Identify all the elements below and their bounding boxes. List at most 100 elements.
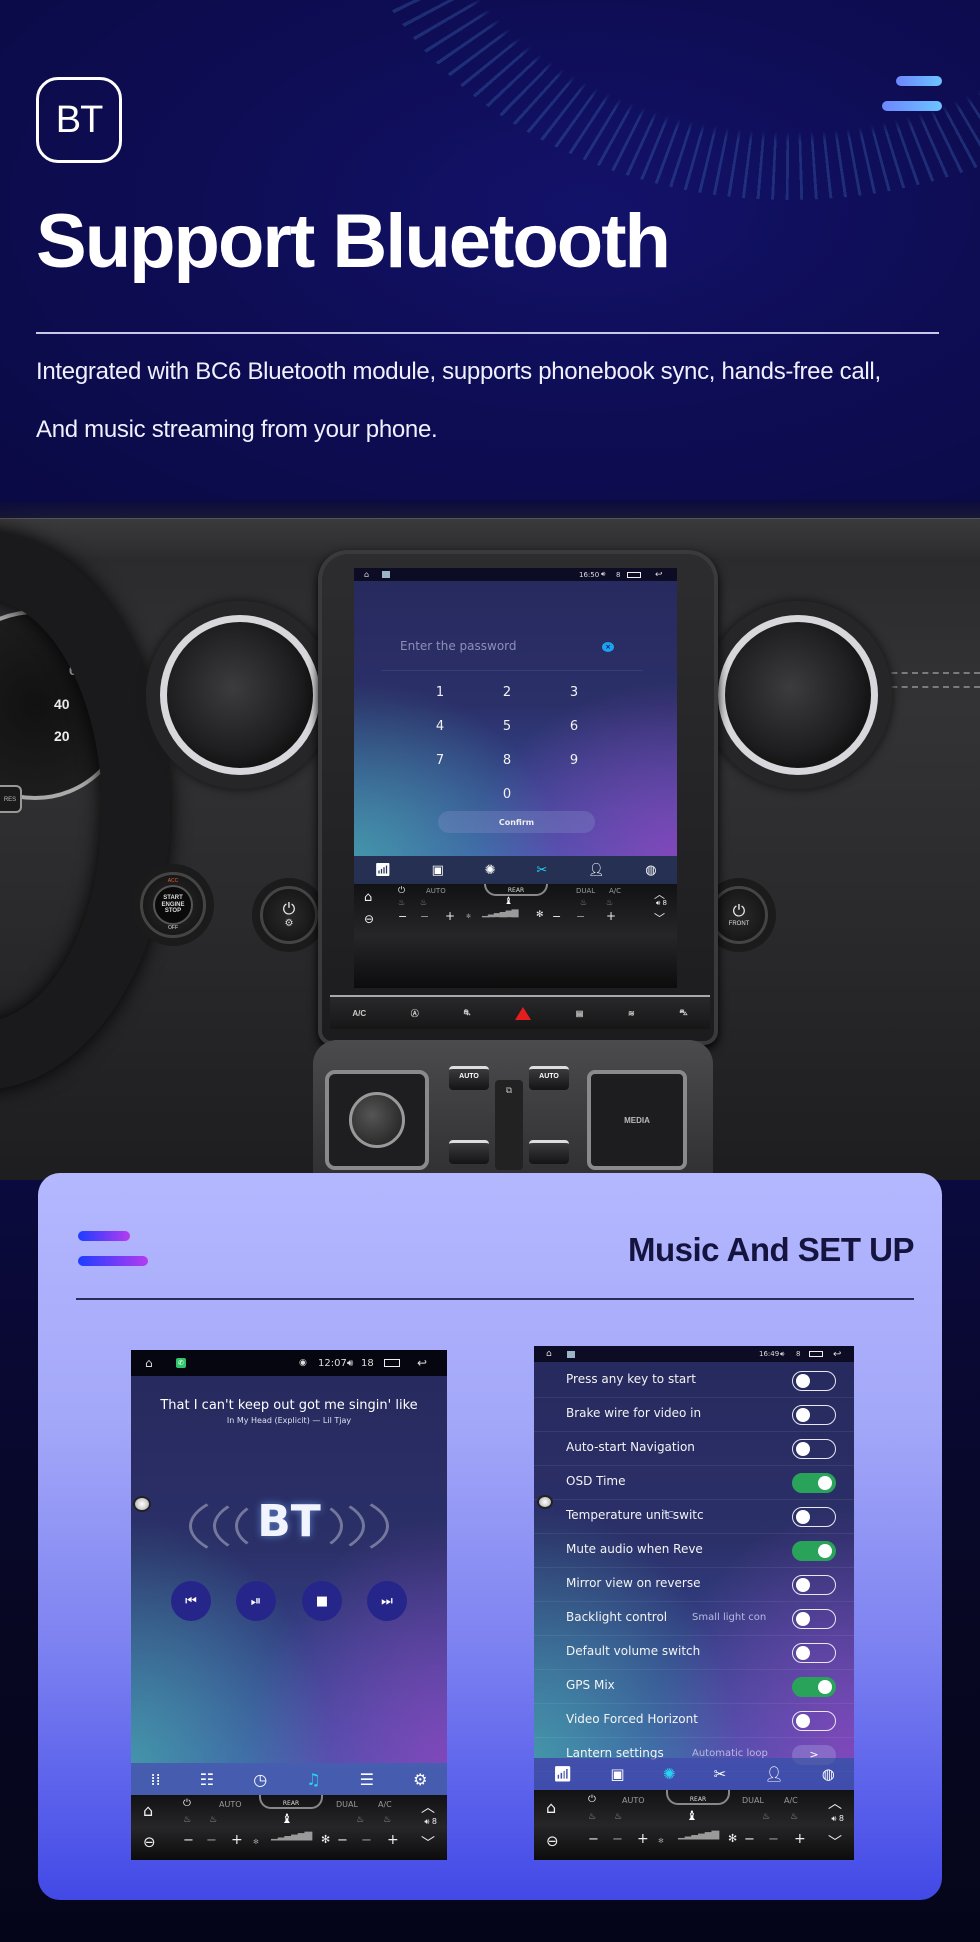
toggle-switch[interactable] (792, 1405, 836, 1425)
key-0[interactable]: 0 (492, 787, 522, 802)
temp-plus-button[interactable]: + (445, 909, 455, 923)
seat-airflow-icon[interactable]: ♝ (281, 1812, 293, 1827)
key-6[interactable]: 6 (559, 719, 589, 734)
temp-minus-button[interactable]: − (183, 1833, 194, 1848)
toggle-switch[interactable] (792, 1677, 836, 1697)
back-icon[interactable]: ↩ (417, 1356, 427, 1370)
chevron-up-icon[interactable]: ︿ (421, 1797, 435, 1817)
play-pause-button[interactable]: ⏯ (236, 1581, 276, 1621)
user-icon[interactable]: 👤︎ (588, 863, 605, 878)
apps-grid-icon[interactable]: ⁞⁞ (151, 1770, 161, 1789)
ac-label[interactable]: A/C (784, 1796, 798, 1805)
home-icon[interactable]: ⌂ (143, 1801, 153, 1820)
fan-level-bars[interactable]: ▁▂▃▄▅▆ (482, 908, 519, 918)
auto-label[interactable]: AUTO (426, 887, 446, 895)
settings-row[interactable]: Brake wire for video in (534, 1398, 854, 1432)
seat-heat-icon[interactable]: ♨ (420, 898, 427, 907)
home-icon[interactable]: ⌂ (145, 1356, 153, 1370)
temp-plus-button[interactable]: + (231, 1832, 243, 1848)
settings-row[interactable]: Video Forced Horizont (534, 1704, 854, 1738)
back-circle-icon[interactable]: ⊖ (546, 1832, 559, 1850)
back-icon[interactable]: ↩ (833, 1349, 841, 1360)
seat-cool-icon[interactable]: ♨ (790, 1812, 798, 1822)
temp-minus-button[interactable]: − (768, 1832, 779, 1847)
dual-label[interactable]: DUAL (742, 1796, 764, 1805)
toggle-switch[interactable] (792, 1507, 836, 1527)
seat-airflow-icon[interactable]: ♝ (686, 1809, 698, 1824)
brightness-icon[interactable]: ✺ (485, 863, 496, 878)
dual-label[interactable]: DUAL (576, 887, 595, 895)
call-history-icon[interactable]: ◷ (253, 1770, 267, 1789)
seat-cool-icon[interactable]: ♨ (762, 1812, 770, 1822)
recent-apps-icon[interactable] (809, 1351, 823, 1357)
previous-button[interactable]: ⏮ (171, 1581, 211, 1621)
clear-icon[interactable]: × (602, 642, 614, 652)
phonebook-icon[interactable]: ☰ (360, 1770, 374, 1789)
toggle-switch[interactable] (792, 1371, 836, 1391)
temp-plus-button[interactable]: + (387, 1832, 399, 1848)
seat-cool-icon[interactable]: ♨ (383, 1815, 391, 1825)
rear-tab[interactable]: REAR (484, 884, 548, 896)
settings-row[interactable]: Press any key to start (534, 1364, 854, 1398)
toggle-switch[interactable] (792, 1473, 836, 1493)
fan-low-icon[interactable]: ✻ (253, 1838, 259, 1846)
key-3[interactable]: 3 (559, 685, 589, 700)
auto-label[interactable]: AUTO (622, 1796, 645, 1805)
tablet-icon[interactable]: ▣ (610, 1765, 624, 1783)
chevron-up-icon[interactable]: ︿ (828, 1793, 842, 1813)
settings-icon[interactable]: ⚙ (413, 1770, 427, 1789)
wifi-icon[interactable]: 📶︎ (374, 863, 391, 878)
tools-icon[interactable]: ✂ (714, 1765, 727, 1783)
seat-heat-icon[interactable]: ♨ (398, 898, 405, 907)
key-7[interactable]: 7 (425, 753, 455, 768)
recent-apps-icon[interactable] (384, 1359, 400, 1367)
temp-minus-button[interactable]: − (612, 1832, 623, 1847)
temp-minus-button[interactable]: − (398, 910, 407, 923)
fan-level-bars[interactable]: ▁▂▃▄▅▆ (678, 1829, 719, 1840)
settings-row[interactable]: Auto-start Navigation (534, 1432, 854, 1466)
auto-label[interactable]: AUTO (219, 1800, 242, 1809)
home-icon[interactable]: ⌂ (546, 1798, 556, 1817)
temp-minus-button[interactable]: − (588, 1832, 599, 1847)
toggle-switch[interactable] (792, 1609, 836, 1629)
key-9[interactable]: 9 (559, 753, 589, 768)
power-icon[interactable]: ⏻ (588, 1794, 596, 1805)
seat-heat-icon[interactable]: ♨ (183, 1815, 191, 1825)
fan-level-bars[interactable]: ▁▂▃▄▅▆ (271, 1830, 312, 1841)
seat-cool-icon[interactable]: ♨ (580, 898, 587, 907)
settings-row[interactable]: Mute audio when Reve (534, 1534, 854, 1568)
fan-low-icon[interactable]: ✻ (466, 913, 471, 920)
toggle-switch[interactable] (792, 1643, 836, 1663)
home-icon[interactable]: ⌂ (364, 570, 369, 579)
temp-minus-button[interactable]: − (420, 910, 429, 923)
key-8[interactable]: 8 (492, 753, 522, 768)
settings-row[interactable]: Default volume switch (534, 1636, 854, 1670)
home-icon[interactable]: ⌂ (546, 1349, 552, 1359)
temp-plus-button[interactable]: + (606, 909, 616, 923)
home-icon[interactable]: ⌂ (364, 890, 372, 905)
seat-heat-icon[interactable]: ♨ (209, 1815, 217, 1825)
fan-high-icon[interactable]: ✻ (321, 1833, 330, 1846)
chevron-down-icon[interactable]: ﹀ (654, 910, 665, 926)
ac-label[interactable]: A/C (609, 887, 621, 895)
settings-row[interactable]: Backlight control Small light con (534, 1602, 854, 1636)
seat-cool-icon[interactable]: ♨ (606, 898, 613, 907)
chevron-down-icon[interactable]: ﹀ (828, 1832, 842, 1852)
confirm-button[interactable]: Confirm (438, 811, 595, 833)
power-icon[interactable]: ⏻ (183, 1798, 191, 1809)
temp-minus-button[interactable]: − (576, 910, 585, 923)
password-input[interactable]: Enter the password (400, 639, 517, 653)
rear-tab[interactable]: REAR (666, 1790, 730, 1805)
next-button[interactable]: ⏭ (367, 1581, 407, 1621)
dual-label[interactable]: DUAL (336, 1800, 358, 1809)
toggle-switch[interactable] (792, 1541, 836, 1561)
wifi-icon[interactable]: 📶︎ (553, 1765, 572, 1783)
toggle-switch[interactable] (792, 1711, 836, 1731)
back-circle-icon[interactable]: ⊖ (364, 912, 374, 926)
menu-icon[interactable] (882, 76, 942, 112)
settings-row[interactable]: OSD Time (534, 1466, 854, 1500)
recent-apps-icon[interactable] (627, 571, 641, 578)
key-2[interactable]: 2 (492, 685, 522, 700)
rear-tab[interactable]: REAR (259, 1795, 323, 1809)
temp-minus-button[interactable]: − (361, 1833, 372, 1848)
